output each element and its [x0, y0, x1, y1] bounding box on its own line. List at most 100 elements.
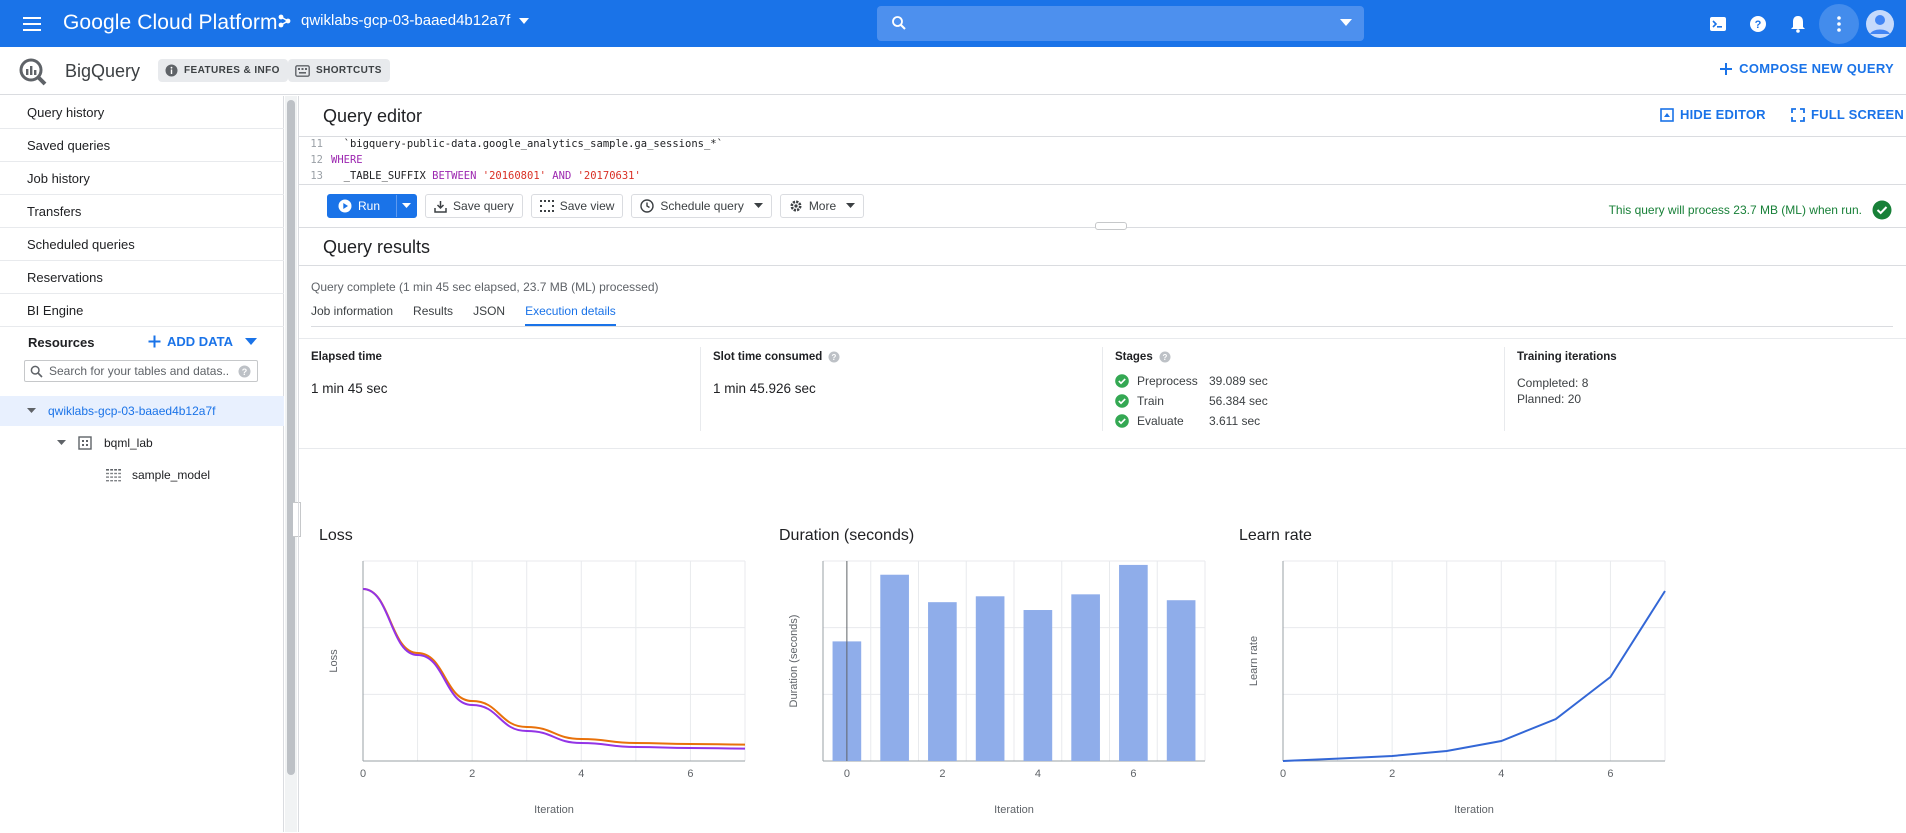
run-options-caret[interactable]: [396, 195, 416, 217]
search-bar[interactable]: [877, 6, 1364, 41]
gcp-brand[interactable]: Google Cloud Platform: [63, 11, 278, 35]
project-selector[interactable]: qwiklabs-gcp-03-baaed4b12a7f: [277, 12, 530, 29]
nav-transfers[interactable]: Transfers: [0, 195, 284, 228]
run-main-button[interactable]: Run: [328, 195, 390, 217]
tab-json[interactable]: JSON: [473, 304, 505, 326]
stage-time: 56.384 sec: [1209, 394, 1268, 408]
duration-bar: [1166, 600, 1196, 761]
help-icon[interactable]: ?: [828, 351, 840, 363]
code-string: '20160801': [482, 170, 546, 182]
search-dropdown-icon[interactable]: [1340, 19, 1352, 27]
tab-results[interactable]: Results: [413, 304, 453, 326]
help-icon[interactable]: ?: [1738, 0, 1778, 47]
tree-dataset-row[interactable]: bqml_lab: [0, 428, 284, 458]
nav-query-history[interactable]: Query history: [0, 96, 284, 129]
query-results-title: Query results: [323, 237, 431, 257]
plus-icon: [1720, 62, 1733, 75]
tick-label: 6: [1130, 768, 1136, 780]
iterations-planned: Planned: 20: [1517, 392, 1582, 406]
duration-chart: 0 2 4 6 Iteration Duration (seconds): [788, 560, 1206, 816]
tick-label: 0: [844, 768, 850, 780]
product-title: BigQuery: [65, 61, 141, 81]
learn-rate-line: [1282, 590, 1666, 762]
tree-dataset-label: bqml_lab: [104, 436, 153, 450]
expand-arrow-icon[interactable]: [57, 440, 66, 446]
help-icon[interactable]: ?: [1159, 351, 1171, 363]
help-icon[interactable]: ?: [238, 365, 251, 378]
expand-arrow-icon[interactable]: [27, 408, 36, 414]
features-info-button[interactable]: FEATURES & INFO: [158, 59, 288, 82]
resize-grip[interactable]: [1095, 222, 1127, 230]
caret-down-icon: [244, 337, 257, 345]
tab-execution-details[interactable]: Execution details: [525, 304, 616, 326]
learn-rate-chart: 0 2 4 6 Iteration Learn rate: [1248, 560, 1666, 816]
nav-scrollbar-thumb[interactable]: [287, 100, 295, 775]
duration-bar: [880, 574, 909, 761]
resource-search[interactable]: ?: [24, 360, 258, 382]
resource-search-input[interactable]: [49, 363, 229, 379]
nav-scheduled-queries[interactable]: Scheduled queries: [0, 228, 284, 261]
query-results-area: Query complete (1 min 45 sec elapsed, 23…: [299, 265, 1906, 832]
duration-bar: [1071, 594, 1100, 761]
line-number: 12: [310, 154, 323, 166]
save-query-label: Save query: [453, 199, 514, 213]
tick-label: 4: [578, 768, 584, 780]
stages-stat: Stages ? Preprocess 39.089 sec Train 56.…: [1103, 339, 1280, 439]
stage-row: Evaluate 3.611 sec: [1115, 411, 1268, 431]
check-circle-icon: [1115, 374, 1129, 388]
play-icon: [338, 199, 352, 213]
more-vert-icon[interactable]: [1819, 3, 1859, 44]
nav-job-history[interactable]: Job history: [0, 162, 284, 195]
loss-chart: 0 2 4 6 Iteration Loss: [328, 560, 746, 816]
shortcuts-button[interactable]: SHORTCUTS: [288, 59, 390, 82]
search-icon: [892, 16, 906, 30]
more-button[interactable]: More: [779, 194, 865, 218]
learn-y-axis-label: Learn rate: [1248, 636, 1260, 686]
elapsed-time-stat: Elapsed time 1 min 45 sec: [299, 339, 400, 439]
duration-bar: [975, 596, 1005, 761]
loss-x-axis-label: Iteration: [534, 804, 574, 816]
save-view-label: Save view: [559, 199, 615, 213]
iterations-completed: Completed: 8: [1517, 376, 1589, 390]
code-keyword: AND: [552, 170, 572, 182]
code-text: `bigquery-public-data.google_analytics_s…: [331, 138, 723, 150]
hide-editor-button[interactable]: HIDE EDITOR: [1660, 107, 1766, 122]
run-button[interactable]: Run: [327, 194, 418, 218]
caret-down-icon: [846, 203, 856, 208]
add-data-button[interactable]: ADD DATA: [148, 334, 257, 349]
tree-project-row[interactable]: qwiklabs-gcp-03-baaed4b12a7f: [0, 396, 284, 426]
notifications-icon[interactable]: [1778, 0, 1818, 47]
svg-text:?: ?: [1162, 353, 1167, 362]
plus-icon: [148, 335, 161, 348]
product-bar: BigQuery FEATURES & INFO SHORTCUTS COMPO…: [0, 47, 1906, 95]
stages-label: Stages: [1115, 351, 1153, 363]
cloud-shell-icon[interactable]: [1698, 0, 1738, 47]
info-icon: [165, 64, 178, 77]
check-circle-icon: [1872, 200, 1892, 220]
svg-text:?: ?: [242, 367, 248, 377]
compose-new-query-button[interactable]: COMPOSE NEW QUERY: [1719, 61, 1894, 76]
tree-model-row[interactable]: sample_model: [0, 460, 284, 490]
bigquery-logo-icon: [18, 57, 48, 87]
duration-bar: [928, 602, 957, 761]
project-name: qwiklabs-gcp-03-baaed4b12a7f: [301, 12, 511, 29]
tick-label: 0: [1280, 768, 1286, 780]
save-view-button[interactable]: Save view: [530, 194, 624, 218]
svg-text:?: ?: [1755, 19, 1762, 31]
svg-text:?: ?: [832, 353, 837, 362]
save-query-button[interactable]: Save query: [425, 194, 523, 218]
main-panel: Query editor HIDE EDITOR FULL SCREEN 11 …: [298, 96, 1906, 832]
caret-down-icon: [402, 203, 412, 208]
nav-saved-queries[interactable]: Saved queries: [0, 129, 284, 162]
nav-bi-engine[interactable]: BI Engine: [0, 294, 284, 327]
run-label: Run: [358, 199, 381, 213]
schedule-query-button[interactable]: Schedule query: [631, 194, 772, 218]
main-menu-icon[interactable]: [20, 12, 44, 36]
hide-editor-label: HIDE EDITOR: [1680, 107, 1766, 122]
nav-reservations[interactable]: Reservations: [0, 261, 284, 294]
sql-editor[interactable]: 11 `bigquery-public-data.google_analytic…: [299, 136, 1906, 185]
full-screen-button[interactable]: FULL SCREEN: [1791, 107, 1904, 122]
account-icon[interactable]: [1860, 0, 1900, 47]
stage-row: Train 56.384 sec: [1115, 391, 1268, 411]
tab-job-information[interactable]: Job information: [311, 304, 393, 326]
